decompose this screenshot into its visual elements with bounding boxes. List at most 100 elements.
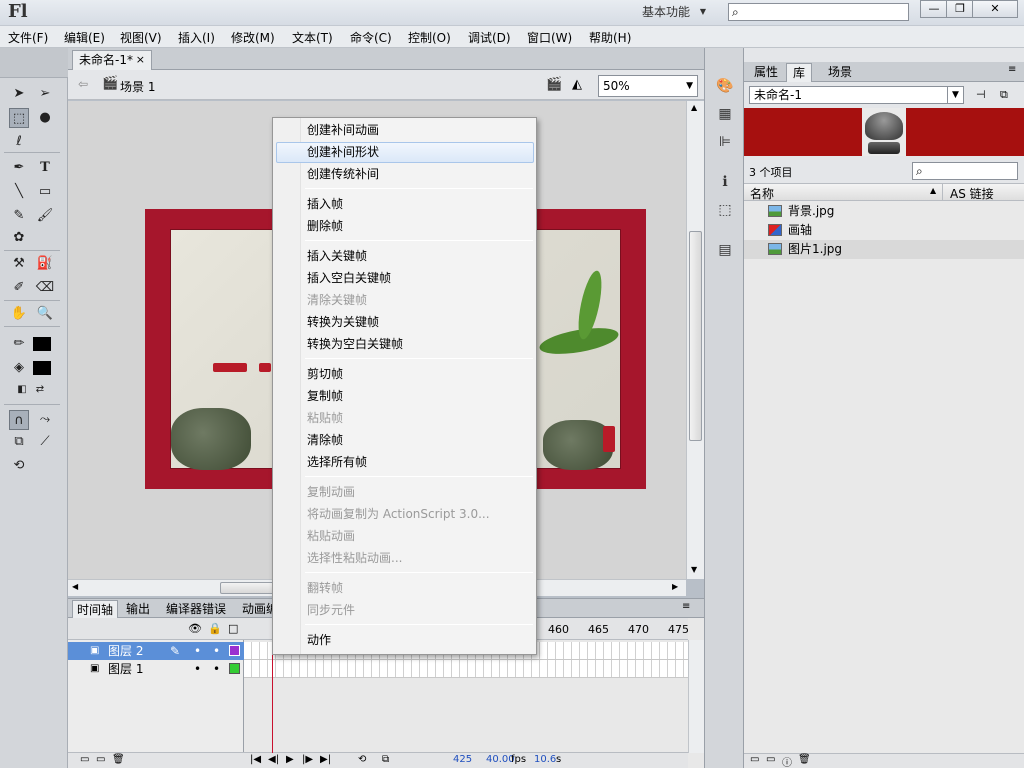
sort-ascending-icon[interactable]: ▲ <box>930 186 936 195</box>
menu-item-create-shape-tween[interactable]: 创建补间形状 <box>307 142 379 162</box>
deco-tool-icon[interactable]: ✿ <box>9 228 29 248</box>
black-white-icon[interactable]: ◧ <box>12 380 32 400</box>
layer-row[interactable]: ▣ 图层 2 ✎ • • <box>68 642 244 660</box>
document-tab[interactable]: 未命名-1* × <box>72 50 152 70</box>
fill-color-icon[interactable]: ◈ <box>9 358 29 378</box>
column-name[interactable]: 名称 <box>750 185 774 202</box>
line-tool-icon[interactable]: ╲ <box>9 182 29 202</box>
transform-panel-icon[interactable]: ⬚ <box>715 200 735 220</box>
menu-control[interactable]: 控制(O) <box>408 29 451 46</box>
menu-window[interactable]: 窗口(W) <box>527 29 572 46</box>
menu-commands[interactable]: 命令(C) <box>350 29 392 46</box>
edit-scene-icon[interactable]: 🎬 <box>546 77 562 92</box>
menu-item-paste-frames[interactable]: 粘贴帧 <box>307 408 343 428</box>
rectangle-tool-icon[interactable]: ▭ <box>35 182 55 202</box>
info-panel-icon[interactable]: ℹ <box>715 172 735 192</box>
library-item[interactable]: 图片1.jpg <box>744 240 1024 259</box>
lock-dot-icon[interactable]: • <box>213 642 220 660</box>
menu-item-convert-to-blank-keyframe[interactable]: 转换为空白关键帧 <box>307 334 403 354</box>
hand-tool-icon[interactable]: ✋ <box>9 304 29 324</box>
fill-color-swatch[interactable] <box>33 361 51 375</box>
menu-edit[interactable]: 编辑(E) <box>64 29 105 46</box>
menu-item-copy-frames[interactable]: 复制帧 <box>307 386 343 406</box>
scroll-left-icon[interactable]: ◀ <box>72 582 78 591</box>
brush-tool-icon[interactable]: 🖌 <box>35 206 55 226</box>
new-folder-icon[interactable]: ▭ <box>96 754 105 765</box>
menu-item-insert-frame[interactable]: 插入帧 <box>307 194 343 214</box>
menu-text[interactable]: 文本(T) <box>292 29 333 46</box>
minimize-button[interactable]: — <box>920 0 948 18</box>
tab-properties[interactable]: 属性 <box>748 63 784 82</box>
first-frame-icon[interactable]: |◀ <box>250 754 261 765</box>
delete-icon[interactable]: 🗑 <box>798 754 811 765</box>
3d-rotation-tool-icon[interactable]: ● <box>35 108 55 128</box>
snap-to-objects-icon[interactable]: ∩ <box>9 410 29 430</box>
rotate-skew-icon[interactable]: ⟲ <box>9 456 29 476</box>
zoom-select[interactable]: 50% ▼ <box>598 75 698 97</box>
library-search-input[interactable]: ⌕ <box>912 162 1018 180</box>
lock-icon[interactable]: 🔒 <box>208 622 222 635</box>
scale-icon[interactable]: ⧉ <box>9 432 29 452</box>
back-arrow-icon[interactable]: ⇦ <box>78 77 88 91</box>
loop-icon[interactable]: ⟲ <box>358 754 366 765</box>
layer-row[interactable]: ▣ 图层 1 • • <box>68 660 244 678</box>
maximize-button[interactable]: ❐ <box>946 0 974 18</box>
menu-view[interactable]: 视图(V) <box>120 29 162 46</box>
layer-outline-color[interactable] <box>229 663 240 674</box>
frames-row[interactable] <box>244 660 688 678</box>
tab-compiler-errors[interactable]: 编译器错误 <box>162 600 230 618</box>
new-symbol-icon[interactable]: ▭ <box>750 754 759 765</box>
pen-tool-icon[interactable]: ✒ <box>9 158 29 178</box>
smooth-icon[interactable]: ⤳ <box>35 410 55 430</box>
eraser-tool-icon[interactable]: ⌫ <box>35 278 55 298</box>
scroll-down-icon[interactable]: ▼ <box>691 565 697 574</box>
menu-item-copy-motion[interactable]: 复制动画 <box>307 482 355 502</box>
library-document-select[interactable]: 未命名-1 ▼ <box>749 86 964 104</box>
stroke-color-swatch[interactable] <box>33 337 51 351</box>
menu-modify[interactable]: 修改(M) <box>231 29 275 46</box>
components-panel-icon[interactable]: ▤ <box>715 240 735 260</box>
panel-menu-icon[interactable]: ≡ <box>1008 64 1016 75</box>
properties-icon[interactable]: ⓘ <box>782 754 792 768</box>
zoom-tool-icon[interactable]: 🔍 <box>35 304 55 324</box>
new-layer-icon[interactable]: ▭ <box>80 754 89 765</box>
visibility-dot-icon[interactable]: • <box>194 660 201 678</box>
eyedropper-tool-icon[interactable]: ✐ <box>9 278 29 298</box>
stroke-color-icon[interactable]: ✏ <box>9 334 29 354</box>
tab-library[interactable]: 库 <box>786 63 813 82</box>
bone-tool-icon[interactable]: ⚒ <box>9 254 29 274</box>
scrollbar-thumb[interactable] <box>220 582 280 594</box>
scrollbar-thumb[interactable] <box>689 231 702 441</box>
layer-outline-color[interactable] <box>229 645 240 656</box>
outline-icon[interactable]: □ <box>228 622 238 635</box>
menu-item-convert-to-keyframe[interactable]: 转换为关键帧 <box>307 312 379 332</box>
straighten-icon[interactable]: ⟋ <box>35 432 55 452</box>
new-library-panel-icon[interactable]: ⧉ <box>1000 88 1008 102</box>
close-window-button[interactable]: ✕ <box>972 0 1018 18</box>
swap-colors-icon[interactable]: ⇄ <box>30 380 50 400</box>
menu-item-clear-keyframe[interactable]: 清除关键帧 <box>307 290 367 310</box>
library-item[interactable]: 画轴 <box>744 221 1024 240</box>
scene-label[interactable]: 场景 1 <box>120 78 155 95</box>
edit-symbols-icon[interactable]: ◭ <box>572 77 582 92</box>
menu-item-insert-blank-keyframe[interactable]: 插入空白关键帧 <box>307 268 391 288</box>
menu-item-clear-frames[interactable]: 清除帧 <box>307 430 343 450</box>
help-search-input[interactable]: ⌕ <box>728 3 909 21</box>
pencil-tool-icon[interactable]: ✎ <box>9 206 29 226</box>
tab-scene[interactable]: 场景 <box>822 63 858 82</box>
pin-library-icon[interactable]: ⊣ <box>976 88 986 101</box>
column-linkage[interactable]: AS 链接 <box>950 185 994 202</box>
close-tab-icon[interactable]: × <box>136 51 145 69</box>
menu-item-remove-frames[interactable]: 删除帧 <box>307 216 343 236</box>
step-back-icon[interactable]: ◀| <box>268 754 279 765</box>
menu-item-synchronize-symbols[interactable]: 同步元件 <box>307 600 355 620</box>
menu-item-create-motion-tween[interactable]: 创建补间动画 <box>307 120 379 140</box>
menu-item-create-classic-tween[interactable]: 创建传统补间 <box>307 164 379 184</box>
free-transform-tool-icon[interactable]: ⬚ <box>9 108 29 128</box>
eye-icon[interactable]: 👁 <box>188 622 202 635</box>
lock-dot-icon[interactable]: • <box>213 660 220 678</box>
menu-item-select-all-frames[interactable]: 选择所有帧 <box>307 452 367 472</box>
menu-item-actions[interactable]: 动作 <box>307 630 331 650</box>
last-frame-icon[interactable]: ▶| <box>320 754 331 765</box>
text-tool-icon[interactable]: T <box>35 158 55 178</box>
